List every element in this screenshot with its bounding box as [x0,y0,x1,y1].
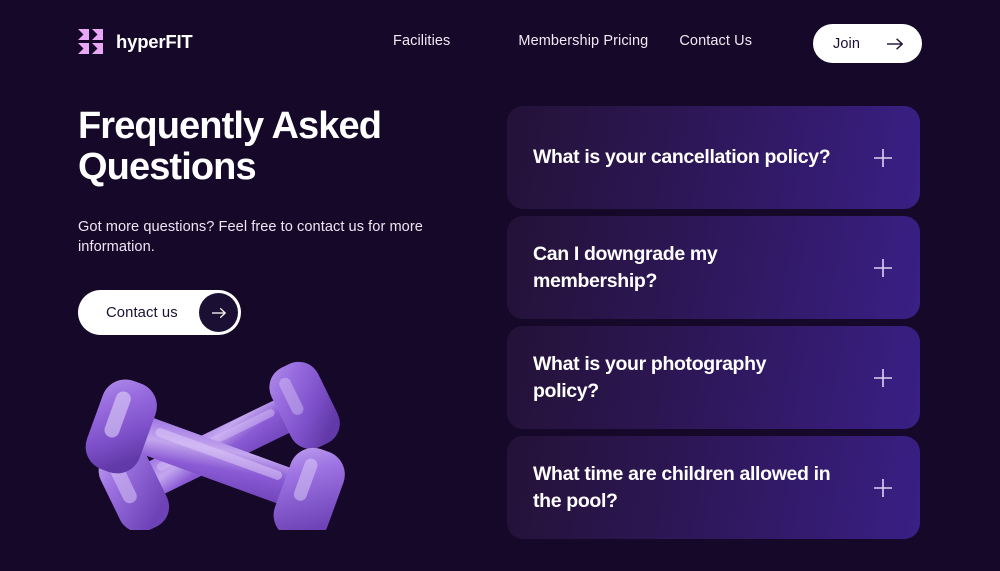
arrow-right-icon [886,37,904,51]
faq-question: Can I downgrade my membership? [533,242,718,292]
faq-item-photography-policy[interactable]: What is your photography policy? [507,326,920,429]
arrow-right-icon [199,293,238,333]
contact-us-button-label: Contact us [106,304,178,321]
nav-item-membership-pricing[interactable]: Membership Pricing [518,33,648,49]
site-header: hyperFIT Facilities Membership Pricing C… [0,0,1000,86]
plus-icon[interactable] [872,477,894,499]
page-title: Frequently Asked Questions [78,105,382,189]
faq-item-downgrade-membership[interactable]: Can I downgrade my membership? [507,216,920,319]
faq-question: What is your photography policy? [533,352,767,402]
join-button-label: Join [833,35,860,52]
faq-list: What is your cancellation policy? Can I … [507,106,920,546]
faq-item-children-pool-time[interactable]: What time are children allowed in the po… [507,436,920,539]
hero-subtitle: Got more questions? Feel free to contact… [78,219,423,255]
contact-us-button[interactable]: Contact us [78,290,241,336]
plus-icon[interactable] [872,147,894,169]
hyperfit-chevrons-icon [78,29,104,55]
faq-page: hyperFIT Facilities Membership Pricing C… [0,0,1000,571]
hero-left-column: Frequently Asked Questions Got more ques… [78,105,478,336]
plus-icon[interactable] [872,367,894,389]
brand-name: hyperFIT [116,31,193,52]
join-button[interactable]: Join [813,24,922,63]
faq-question: What time are children allowed in the po… [533,462,831,512]
plus-icon[interactable] [872,257,894,279]
nav-item-contact-us[interactable]: Contact Us [679,33,752,49]
nav-item-facilities[interactable]: Facilities [393,33,450,49]
brand-logo[interactable]: hyperFIT [78,29,193,55]
faq-question: What is your cancellation policy? [533,146,831,169]
purple-dumbbells-image [62,352,372,530]
main-nav: Facilities Membership Pricing Contact Us [393,33,752,49]
faq-item-cancellation-policy[interactable]: What is your cancellation policy? [507,106,920,209]
